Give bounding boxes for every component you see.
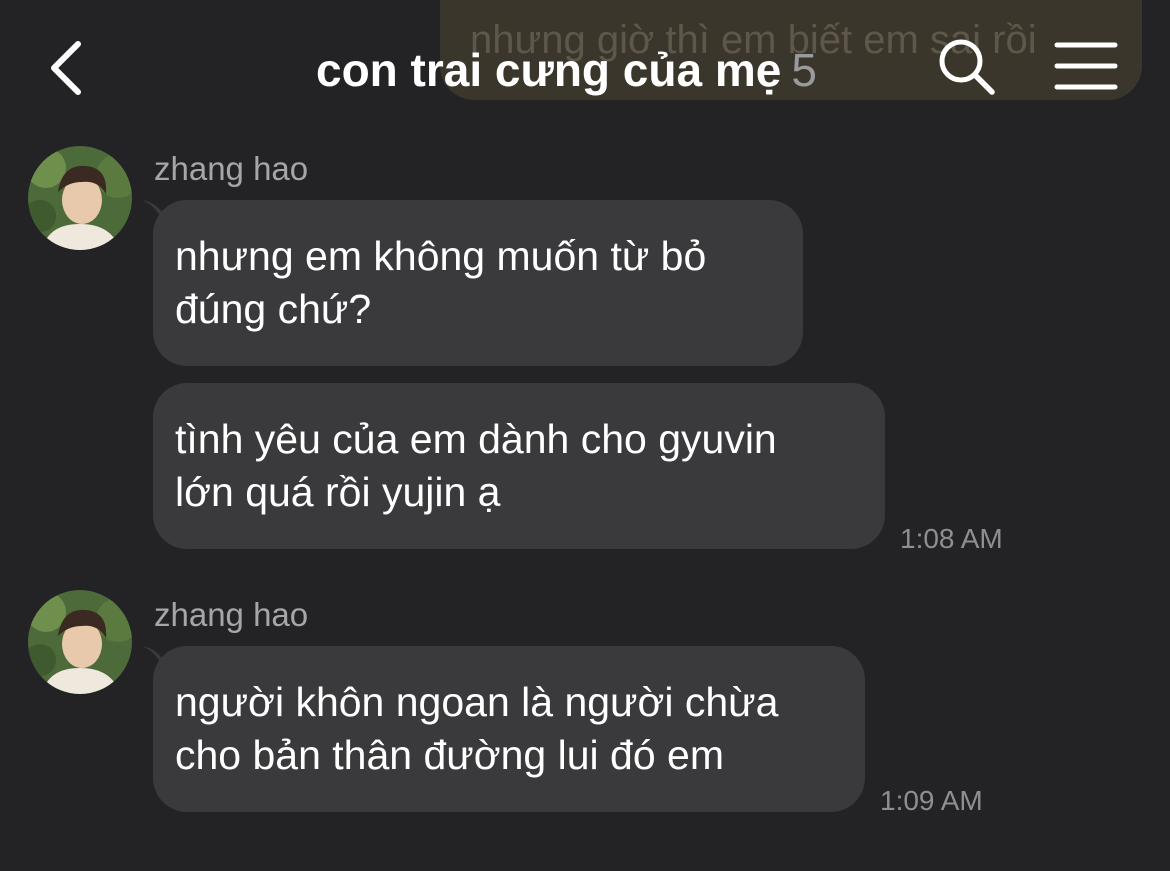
chat-title[interactable]: con trai cưng của mẹ 5 (316, 40, 817, 100)
menu-button[interactable] (1054, 40, 1118, 92)
search-icon (939, 39, 995, 95)
message-timestamp: 1:08 AM (900, 523, 1003, 554)
chat-header: con trai cưng của mẹ 5 (0, 0, 1170, 140)
profile-photo-icon (28, 590, 132, 694)
avatar[interactable] (28, 146, 132, 250)
chat-screen: nhưng giờ thì em biết em sai rồi con tra… (0, 0, 1170, 871)
message-text: người khôn ngoan là người chừa cho bản t… (175, 679, 779, 778)
chevron-left-icon (51, 41, 81, 95)
sender-name: zhang hao (154, 596, 309, 633)
message-bubble[interactable]: tình yêu của em dành cho gyuvin lớn quá … (153, 383, 885, 549)
message-text: tình yêu của em dành cho gyuvin lớn quá … (175, 416, 777, 515)
member-count: 5 (791, 44, 817, 96)
search-button[interactable] (936, 36, 998, 98)
back-button[interactable] (40, 36, 96, 100)
avatar[interactable] (28, 590, 132, 694)
hamburger-menu-icon (1054, 42, 1118, 90)
profile-photo-icon (28, 146, 132, 250)
message-bubble[interactable]: nhưng em không muốn từ bỏ đúng chứ? (153, 200, 803, 366)
message-bubble[interactable]: người khôn ngoan là người chừa cho bản t… (153, 646, 865, 812)
message-text: nhưng em không muốn từ bỏ đúng chứ? (175, 233, 707, 332)
message-timestamp: 1:09 AM (880, 785, 983, 816)
sender-name: zhang hao (154, 150, 309, 187)
chat-title-text: con trai cưng của mẹ (316, 44, 782, 96)
